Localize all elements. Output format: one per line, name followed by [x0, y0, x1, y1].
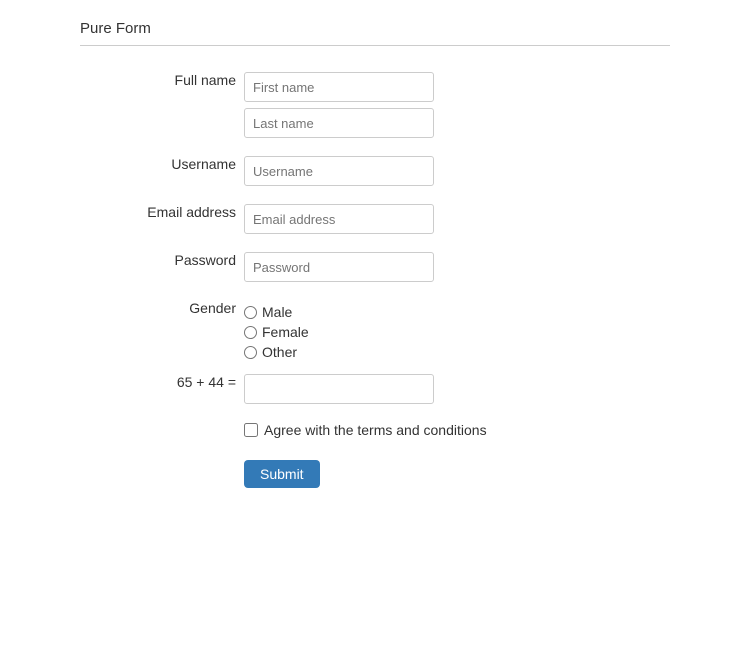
captcha-input-cell	[240, 366, 670, 416]
gender-male-text: Male	[262, 304, 292, 320]
gender-label: Gender	[80, 294, 240, 366]
password-input[interactable]	[244, 252, 434, 282]
fullname-label: Full name	[80, 66, 240, 150]
username-label: Username	[80, 150, 240, 198]
terms-label[interactable]: Agree with the terms and conditions	[244, 422, 666, 438]
fullname-row: Full name	[80, 66, 670, 150]
submit-empty-label	[80, 444, 240, 494]
terms-cell: Agree with the terms and conditions	[240, 416, 670, 444]
fullname-inputs	[240, 66, 670, 150]
captcha-input[interactable]	[244, 374, 434, 404]
gender-other-label[interactable]: Other	[244, 344, 666, 360]
username-input[interactable]	[244, 156, 434, 186]
page-title: Pure Form	[80, 20, 670, 46]
submit-button[interactable]: Submit	[244, 460, 320, 488]
terms-checkbox[interactable]	[244, 423, 258, 437]
terms-row: Agree with the terms and conditions	[80, 416, 670, 444]
gender-female-label[interactable]: Female	[244, 324, 666, 340]
password-row: Password	[80, 246, 670, 294]
email-input-cell	[240, 198, 670, 246]
submit-cell: Submit	[240, 444, 670, 494]
terms-empty-label	[80, 416, 240, 444]
gender-female-radio[interactable]	[244, 326, 257, 339]
username-input-cell	[240, 150, 670, 198]
last-name-input[interactable]	[244, 108, 434, 138]
captcha-row: 65 + 44 =	[80, 366, 670, 416]
email-label: Email address	[80, 198, 240, 246]
gender-other-radio[interactable]	[244, 346, 257, 359]
gender-male-label[interactable]: Male	[244, 304, 666, 320]
form-table: Full name Username Email address	[80, 66, 670, 494]
email-input[interactable]	[244, 204, 434, 234]
gender-female-text: Female	[262, 324, 309, 340]
password-label: Password	[80, 246, 240, 294]
pure-form: Full name Username Email address	[80, 66, 670, 494]
email-row: Email address	[80, 198, 670, 246]
gender-male-radio[interactable]	[244, 306, 257, 319]
gender-other-text: Other	[262, 344, 297, 360]
username-row: Username	[80, 150, 670, 198]
gender-options-cell: Male Female Other	[240, 294, 670, 366]
page-container: Pure Form Full name Username	[0, 0, 750, 514]
first-name-input[interactable]	[244, 72, 434, 102]
password-input-cell	[240, 246, 670, 294]
gender-radio-group: Male Female Other	[244, 300, 666, 360]
submit-row: Submit	[80, 444, 670, 494]
terms-text: Agree with the terms and conditions	[264, 422, 487, 438]
captcha-label: 65 + 44 =	[80, 366, 240, 416]
gender-row: Gender Male Female	[80, 294, 670, 366]
